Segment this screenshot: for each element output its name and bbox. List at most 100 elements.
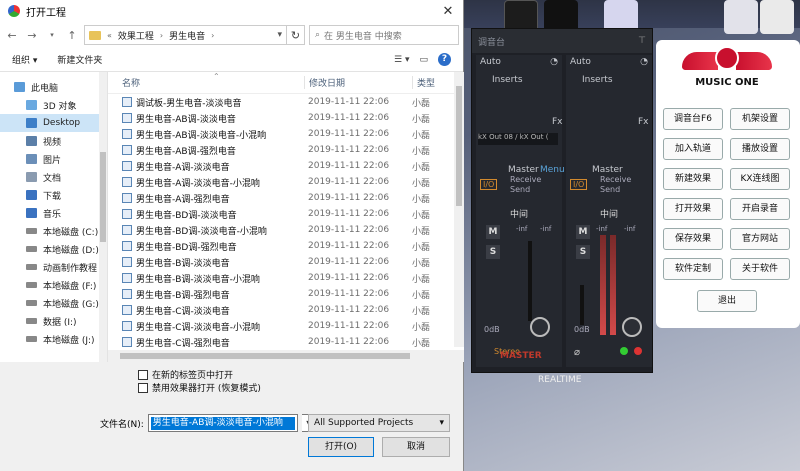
inserts-label[interactable]: Inserts — [566, 75, 652, 89]
io-button[interactable]: I/O — [570, 179, 588, 190]
record-icon[interactable] — [634, 347, 642, 355]
pan-knob[interactable] — [622, 317, 642, 337]
file-row[interactable]: 男生电音-BD调-淡淡电音-小混响 2019-11-11 22:06 小磊 — [108, 222, 464, 238]
organize-menu[interactable]: 组织 ▾ — [12, 53, 37, 66]
solo-button[interactable]: S — [576, 245, 590, 259]
close-icon[interactable]: ✕ — [433, 4, 463, 19]
file-row[interactable]: 男生电音-B调-淡淡电音 2019-11-11 22:06 小磊 — [108, 254, 464, 270]
file-row[interactable]: 男生电音-A调-淡淡电音-小混响 2019-11-11 22:06 小磊 — [108, 174, 464, 190]
music-one-button[interactable]: 官方网站 — [730, 228, 790, 250]
filename-value[interactable]: 男生电音-AB调-淡淡电音-小混响 — [150, 417, 295, 430]
cancel-button[interactable]: 取消 — [382, 437, 450, 457]
open-in-new-tab-checkbox[interactable] — [138, 369, 148, 380]
music-one-button[interactable]: 软件定制 — [663, 258, 723, 280]
phase-icon[interactable]: ⌀ — [574, 347, 580, 358]
file-name-cell[interactable]: 男生电音-C调-强烈电音 — [108, 336, 304, 349]
send-option[interactable]: Send — [510, 185, 530, 194]
sidebar-item[interactable]: 图片 — [0, 150, 107, 168]
disable-effects-checkbox[interactable] — [138, 382, 148, 393]
receive-option[interactable]: Receive — [510, 175, 541, 184]
file-row[interactable]: 男生电音-C调-淡淡电音-小混响 2019-11-11 22:06 小磊 — [108, 318, 464, 334]
music-one-button[interactable]: 开启录音 — [730, 198, 790, 220]
mute-button[interactable]: M — [576, 225, 590, 239]
automation-row[interactable]: Auto ◔ — [566, 55, 652, 69]
breadcrumb-item[interactable]: 效果工程 — [118, 29, 154, 42]
file-name-cell[interactable]: 男生电音-AB调-强烈电音 — [108, 144, 304, 157]
file-row[interactable]: 男生电音-C调-强烈电音 2019-11-11 22:06 小磊 — [108, 334, 464, 350]
sidebar-item[interactable]: 此电脑 — [0, 78, 107, 96]
file-row[interactable]: 调试板-男生电音-淡淡电音 2019-11-11 22:06 小磊 — [108, 94, 464, 110]
automation-row[interactable]: Auto ◔ — [476, 55, 562, 69]
file-name-cell[interactable]: 男生电音-BD调-淡淡电音 — [108, 208, 304, 221]
file-name-cell[interactable]: 男生电音-A调-淡淡电音-小混响 — [108, 176, 304, 189]
sidebar-item[interactable]: 音乐 — [0, 204, 107, 222]
file-name-cell[interactable]: 男生电音-BD调-淡淡电音-小混响 — [108, 224, 304, 237]
open-in-new-tab-option[interactable]: 在新的标签页中打开 — [138, 368, 261, 381]
disable-effects-option[interactable]: 禁用效果器打开 (恢复模式) — [138, 381, 261, 394]
sidebar-item[interactable]: Desktop — [0, 114, 107, 132]
file-row[interactable]: 男生电音-A调-强烈电音 2019-11-11 22:06 小磊 — [108, 190, 464, 206]
music-one-button[interactable]: 关于软件 — [730, 258, 790, 280]
sidebar-scrollbar[interactable] — [99, 72, 107, 362]
sidebar-item[interactable]: 本地磁盘 (D:) — [0, 240, 107, 258]
sidebar-item[interactable]: 本地磁盘 (C:) — [0, 222, 107, 240]
sidebar-item[interactable]: 本地磁盘 (J:) — [0, 330, 107, 348]
output-routing[interactable]: kX Out 08 / kX Out ( — [478, 133, 558, 145]
file-row[interactable]: 男生电音-B调-强烈电音 2019-11-11 22:06 小磊 — [108, 286, 464, 302]
link-indicator-icon[interactable] — [620, 347, 628, 355]
refresh-icon[interactable]: ↻ — [287, 25, 305, 45]
file-row[interactable]: 男生电音-C调-淡淡电音 2019-11-11 22:06 小磊 — [108, 302, 464, 318]
receive-option[interactable]: Receive — [600, 175, 631, 184]
recent-chevron-icon[interactable]: ▾ — [44, 31, 60, 39]
automation-icon[interactable]: ◔ — [550, 57, 558, 67]
file-row[interactable]: 男生电音-BD调-强烈电音 2019-11-11 22:06 小磊 — [108, 238, 464, 254]
file-row[interactable]: 男生电音-AB调-淡淡电音-小混响 2019-11-11 22:06 小磊 — [108, 126, 464, 142]
fx-label[interactable]: Fx — [638, 117, 649, 127]
music-one-button[interactable]: 打开效果 — [663, 198, 723, 220]
filename-input[interactable]: 男生电音-AB调-淡淡电音-小混响 — [147, 414, 298, 432]
column-header-name[interactable]: 名称 — [108, 76, 304, 89]
inserts-label[interactable]: Inserts — [476, 75, 562, 89]
file-row[interactable]: 男生电音-AB调-强烈电音 2019-11-11 22:06 小磊 — [108, 142, 464, 158]
desktop-app-icon[interactable] — [760, 0, 794, 34]
back-arrow-icon[interactable]: ← — [4, 29, 20, 42]
pin-icon[interactable]: ⊤ — [638, 36, 646, 46]
file-type-select[interactable]: All Supported Projects ▾ — [308, 414, 450, 432]
fx-label[interactable]: Fx — [552, 117, 563, 127]
help-icon[interactable]: ? — [438, 53, 451, 66]
sidebar-item[interactable]: 动画制作教程 — [0, 258, 107, 276]
volume-fader[interactable] — [528, 241, 532, 321]
new-folder-button[interactable]: 新建文件夹 — [57, 53, 102, 66]
sidebar-item[interactable]: 数据 (I:) — [0, 312, 107, 330]
file-row[interactable]: 男生电音-A调-淡淡电音 2019-11-11 22:06 小磊 — [108, 158, 464, 174]
music-one-button[interactable]: 机架设置 — [730, 108, 790, 130]
scrollbar-thumb[interactable] — [120, 353, 410, 359]
breadcrumb-overflow[interactable]: « — [107, 31, 112, 40]
file-row[interactable]: 男生电音-AB调-淡淡电音 2019-11-11 22:06 小磊 — [108, 110, 464, 126]
menu-label[interactable]: Menu — [540, 165, 565, 175]
file-name-cell[interactable]: 男生电音-C调-淡淡电音-小混响 — [108, 320, 304, 333]
view-options-icon[interactable]: ☰ ▾ — [394, 55, 409, 65]
scrollbar-thumb[interactable] — [100, 152, 106, 242]
preview-pane-icon[interactable]: ▭ — [419, 55, 428, 65]
up-arrow-icon[interactable]: ↑ — [64, 29, 80, 42]
scrollbar-thumb[interactable] — [456, 86, 462, 206]
search-input[interactable]: ⌕ 在 男生电音 中搜索 — [309, 25, 459, 45]
file-name-cell[interactable]: 男生电音-B调-淡淡电音 — [108, 256, 304, 269]
file-name-cell[interactable]: 男生电音-C调-淡淡电音 — [108, 304, 304, 317]
open-button[interactable]: 打开(O) — [308, 437, 374, 457]
address-dropdown-icon[interactable]: ▾ — [277, 30, 282, 40]
automation-icon[interactable]: ◔ — [640, 57, 648, 67]
file-name-cell[interactable]: 男生电音-BD调-强烈电音 — [108, 240, 304, 253]
exit-button[interactable]: 退出 — [697, 290, 757, 312]
file-name-cell[interactable]: 调试板-男生电音-淡淡电音 — [108, 96, 304, 109]
music-one-button[interactable]: 保存效果 — [663, 228, 723, 250]
sidebar-item[interactable]: 视频 — [0, 132, 107, 150]
mute-button[interactable]: M — [486, 225, 500, 239]
column-header-date[interactable]: 修改日期 — [304, 76, 412, 89]
breadcrumb-item[interactable]: 男生电音 — [169, 29, 205, 42]
desktop-app-icon[interactable] — [724, 0, 758, 34]
file-name-cell[interactable]: 男生电音-A调-淡淡电音 — [108, 160, 304, 173]
file-name-cell[interactable]: 男生电音-AB调-淡淡电音 — [108, 112, 304, 125]
music-one-button[interactable]: 调音台F6 — [663, 108, 723, 130]
